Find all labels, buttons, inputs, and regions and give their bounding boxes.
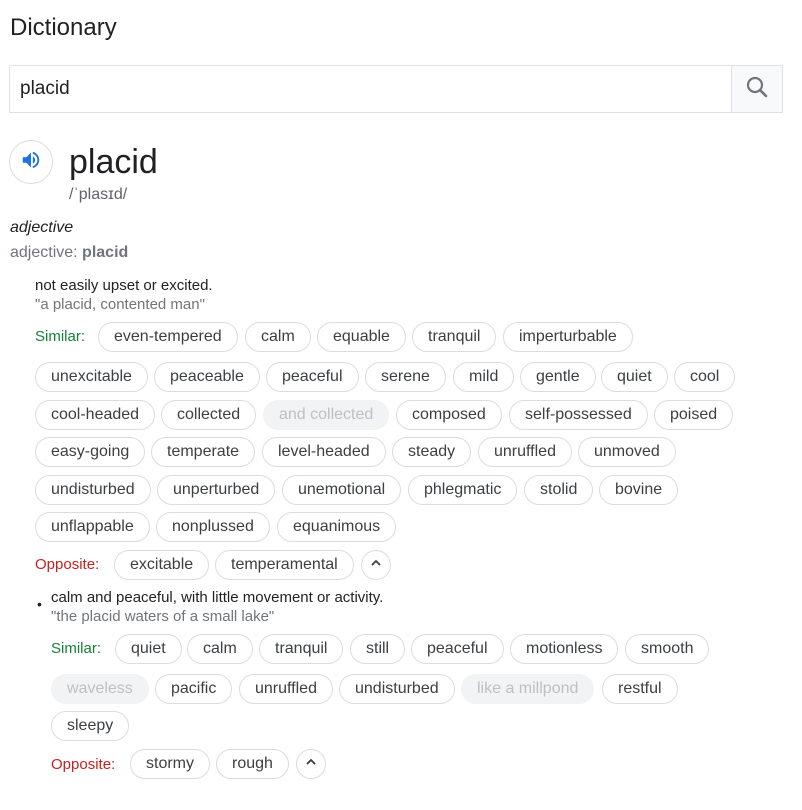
sense-1-similar-chip[interactable]: easy-going xyxy=(35,437,146,467)
sense-2-similar-chip-disabled: waveless xyxy=(51,674,149,704)
sense-1-similar-chip[interactable]: tranquil xyxy=(412,322,497,352)
search-box xyxy=(9,65,783,113)
sense-1-similar-chip[interactable]: serene xyxy=(365,362,446,392)
sense-1-similar-chip[interactable]: mild xyxy=(453,362,515,392)
sense-1-similar-chip-disabled: and collected xyxy=(263,400,390,430)
sense-1-similar-chip[interactable]: unruffled xyxy=(478,437,572,467)
sense-1-opposite-chip[interactable]: excitable xyxy=(114,550,210,580)
sense-1-similar-chip[interactable]: unperturbed xyxy=(157,475,276,505)
sense-1-similar-chip[interactable]: unflappable xyxy=(35,512,150,542)
search-icon xyxy=(745,75,769,104)
sense-2-similar-chip-disabled: like a millpond xyxy=(461,674,595,704)
sense-1-similar-chip[interactable]: peaceable xyxy=(154,362,260,392)
sense-2-definition: calm and peaceful, with little movement … xyxy=(51,589,384,606)
word-forms: adjective: placid xyxy=(10,244,128,262)
sense-2-similar-chip[interactable]: calm xyxy=(187,634,253,664)
sense-1-similar-chip[interactable]: unexcitable xyxy=(35,362,148,392)
sense-1-similar-chip[interactable]: level-headed xyxy=(262,437,386,467)
sense-1-similar-chip[interactable]: nonplussed xyxy=(156,512,270,542)
sense-2-similar-chip[interactable]: peaceful xyxy=(411,634,504,664)
sense-2-opposite-chip[interactable]: rough xyxy=(216,749,289,779)
sense-1-similar-chip[interactable]: cool xyxy=(674,362,736,392)
headword: placid xyxy=(69,143,158,181)
sense-2-similar-chip[interactable]: tranquil xyxy=(259,634,344,664)
sense-2-similar-chip[interactable]: quiet xyxy=(115,634,182,664)
sense-1-similar-chip[interactable]: bovine xyxy=(599,475,679,505)
sense-2-similar-label: Similar: xyxy=(51,640,102,657)
sense-1-similar-chip[interactable]: steady xyxy=(392,437,472,467)
sense-1-similar-chip[interactable]: quiet xyxy=(601,362,668,392)
sense-1-similar-chip[interactable]: cool-headed xyxy=(35,400,156,430)
sense-1-similar-chip[interactable]: undisturbed xyxy=(35,475,151,505)
sense-1-similar-chip[interactable]: peaceful xyxy=(266,362,359,392)
sense-1-similar-chip[interactable]: phlegmatic xyxy=(408,475,518,505)
sense-1-opposite-label: Opposite: xyxy=(35,556,100,573)
pronunciation-button[interactable] xyxy=(9,140,53,184)
sense-2-similar-chip[interactable]: motionless xyxy=(510,634,619,664)
sense-1-similar-chip[interactable]: equanimous xyxy=(277,512,397,542)
sense-2-similar-chip[interactable]: pacific xyxy=(155,674,233,704)
chevron-up-icon xyxy=(304,755,318,774)
word-forms-word: placid xyxy=(82,244,129,261)
app-title: Dictionary xyxy=(10,14,117,41)
sense-1-similar-label: Similar: xyxy=(35,328,86,345)
sense-1-similar-chip[interactable]: calm xyxy=(245,322,311,352)
sense-2-similar-chip[interactable]: smooth xyxy=(625,634,710,664)
sense-1-similar-chip[interactable]: composed xyxy=(396,400,502,430)
sense-1-similar-chip[interactable]: unemotional xyxy=(282,475,402,505)
search-input[interactable] xyxy=(10,66,734,112)
word-forms-prefix: adjective: xyxy=(10,244,83,261)
part-of-speech: adjective xyxy=(10,219,74,236)
sense-2-similar-chip[interactable]: restful xyxy=(602,674,678,704)
sense-1-similar-chip[interactable]: stolid xyxy=(524,475,594,505)
sense-2-bullet: • xyxy=(37,596,42,612)
sense-2-similar-chip[interactable]: sleepy xyxy=(51,711,130,741)
sense-1-similar-chip[interactable]: even-tempered xyxy=(98,322,238,352)
speaker-icon xyxy=(20,149,42,176)
sense-1-similar-chip[interactable]: imperturbable xyxy=(503,322,633,352)
sense-2-opposite-label: Opposite: xyxy=(51,756,116,773)
sense-1-similar-chip[interactable]: equable xyxy=(317,322,406,352)
sense-1-similar-chip[interactable]: poised xyxy=(654,400,734,430)
sense-1-similar-chip[interactable]: self-possessed xyxy=(509,400,648,430)
sense-2-similar-chip[interactable]: still xyxy=(350,634,406,664)
sense-1-definition: not easily upset or excited. xyxy=(35,277,213,294)
chevron-up-icon xyxy=(369,556,383,575)
phonetic: /ˈplasɪd/ xyxy=(69,186,128,203)
sense-2-opposite-chip[interactable]: stormy xyxy=(130,749,210,779)
sense-2-example: "the placid waters of a small lake" xyxy=(51,608,275,625)
sense-2-collapse-button[interactable] xyxy=(296,749,326,779)
sense-1-similar-chip[interactable]: gentle xyxy=(520,362,596,392)
sense-2-similar-chip[interactable]: unruffled xyxy=(239,674,333,704)
sense-1-collapse-button[interactable] xyxy=(361,550,391,580)
sense-1-similar-chip[interactable]: temperate xyxy=(151,437,256,467)
sense-1-example: "a placid, contented man" xyxy=(35,296,205,313)
sense-1-similar-chip[interactable]: collected xyxy=(161,400,257,430)
sense-2-similar-chip[interactable]: undisturbed xyxy=(339,674,455,704)
sense-1-similar-chip[interactable]: unmoved xyxy=(578,437,676,467)
sense-1-opposite-chip[interactable]: temperamental xyxy=(215,550,354,580)
search-button[interactable] xyxy=(731,66,782,112)
